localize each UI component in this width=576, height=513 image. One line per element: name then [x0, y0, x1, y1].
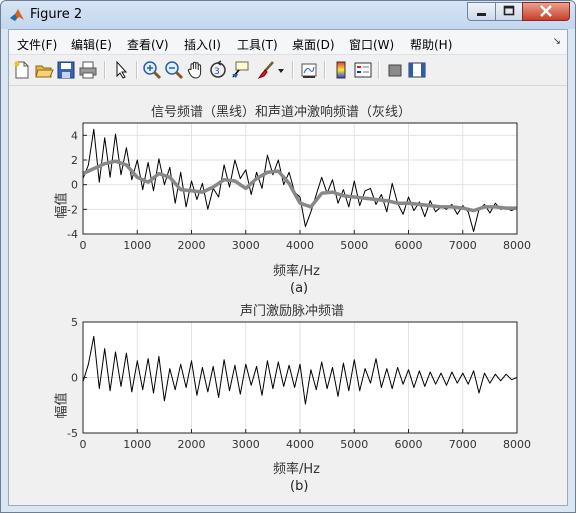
menu-dock-arrow-icon[interactable]: ↘ [553, 36, 561, 47]
plot-a-ytick-label-2: 0 [71, 179, 78, 192]
save-icon[interactable] [56, 60, 76, 80]
plot-a-xtick-label-6: 6000 [395, 239, 423, 252]
svg-text:3: 3 [214, 67, 220, 77]
plot-a-xtick-label-4: 4000 [286, 239, 314, 252]
minimize-button[interactable] [467, 2, 496, 21]
figure-toolbar: 3 [9, 55, 567, 86]
window-title: Figure 2 [30, 7, 83, 22]
plot-b-ytick-label-1: 0 [71, 372, 78, 385]
plot-a-ytick-label-1: 2 [71, 154, 78, 167]
menu-insert[interactable]: 插入(I) [184, 36, 221, 53]
link-plot-icon[interactable] [299, 60, 319, 80]
matlab-logo-icon [9, 7, 25, 23]
menu-bar: 文件(F) 编辑(E) 查看(V) 插入(I) 工具(T) 桌面(D) 窗口(W… [9, 30, 567, 55]
print-icon[interactable] [78, 60, 98, 80]
plot-a-ytick-label-4: -4 [67, 228, 78, 241]
plot-b-xtick-label-4: 4000 [286, 438, 314, 451]
figure-client-area: 文件(F) 编辑(E) 查看(V) 插入(I) 工具(T) 桌面(D) 窗口(W… [8, 29, 568, 506]
menu-help[interactable]: 帮助(H) [410, 36, 452, 53]
plot-a-xtick-label-2: 2000 [178, 239, 206, 252]
plot-b-xtick-label-2: 2000 [178, 438, 206, 451]
pan-hand-icon[interactable] [186, 60, 206, 80]
plot-b-xtick-label-7: 7000 [449, 438, 477, 451]
plot-b-axes[interactable]: 0 1000 2000 3000 4000 5000 6000 7000 800050-5 [9, 286, 567, 466]
plot-a-xlabel: 频率/Hz [273, 264, 320, 279]
plot-a-ytick-label-0: 4 [71, 129, 78, 142]
colorbar-icon[interactable] [331, 60, 351, 80]
rotate-3d-icon[interactable]: 3 [208, 60, 228, 80]
plot-b-ytick-label-2: -5 [67, 427, 78, 440]
plot-b-xtick-label-6: 6000 [395, 438, 423, 451]
brush-dropdown-icon[interactable] [276, 60, 286, 80]
data-cursor-icon[interactable] [230, 60, 250, 80]
close-button[interactable] [522, 2, 570, 21]
plot-a-axes[interactable]: 0 1000 2000 3000 4000 5000 6000 7000 8000420-2-4 [9, 86, 567, 286]
menu-window[interactable]: 窗口(W) [349, 36, 394, 53]
show-plot-tools-icon[interactable] [407, 60, 427, 80]
open-file-icon[interactable] [34, 60, 54, 80]
legend-icon[interactable] [353, 60, 373, 80]
title-bar[interactable]: Figure 2 [1, 1, 575, 29]
pointer-icon[interactable] [111, 60, 131, 80]
maximize-button[interactable] [495, 2, 523, 21]
plot-a-xtick-label-8: 8000 [503, 239, 531, 252]
hide-plot-tools-icon[interactable] [385, 60, 405, 80]
plot-b-xtick-label-8: 8000 [503, 438, 531, 451]
plot-b-xtick-label-3: 3000 [232, 438, 260, 451]
zoom-out-icon[interactable] [164, 60, 184, 80]
brush-icon[interactable] [256, 60, 276, 80]
plot-a-xtick-label-5: 5000 [340, 239, 368, 252]
plot-a-xtick-label-3: 3000 [232, 239, 260, 252]
plot-a-xtick-label-0: 0 [80, 239, 87, 252]
plot-b-xtick-label-1: 1000 [123, 438, 151, 451]
plot-b-xlabel: 频率/Hz [273, 462, 320, 477]
plot-a-xtick-label-7: 7000 [449, 239, 477, 252]
menu-desktop[interactable]: 桌面(D) [292, 36, 335, 53]
plot-b-ytick-label-0: 5 [71, 316, 78, 329]
plot-b-xtick-label-0: 0 [80, 438, 87, 451]
figure-canvas: 信号频谱（黑线）和声道冲激响频谱（灰线） 0 1000 2000 3000 4000 50… [9, 86, 567, 505]
menu-tools[interactable]: 工具(T) [237, 36, 278, 53]
plot-a-ylabel: 幅值 [54, 192, 70, 219]
zoom-in-icon[interactable] [142, 60, 162, 80]
plot-b-caption: (b) [290, 479, 309, 494]
plot-a-xtick-label-1: 1000 [123, 239, 151, 252]
figure-window: Figure 2 文件(F) 编辑(E) 查看(V) 插入(I) 工具(T) 桌… [0, 0, 576, 513]
menu-file[interactable]: 文件(F) [17, 36, 57, 53]
new-figure-icon[interactable] [12, 60, 32, 80]
plot-b-xtick-label-5: 5000 [340, 438, 368, 451]
menu-view[interactable]: 查看(V) [127, 36, 169, 53]
plot-b-ylabel: 幅值 [54, 392, 70, 419]
menu-edit[interactable]: 编辑(E) [71, 36, 112, 53]
